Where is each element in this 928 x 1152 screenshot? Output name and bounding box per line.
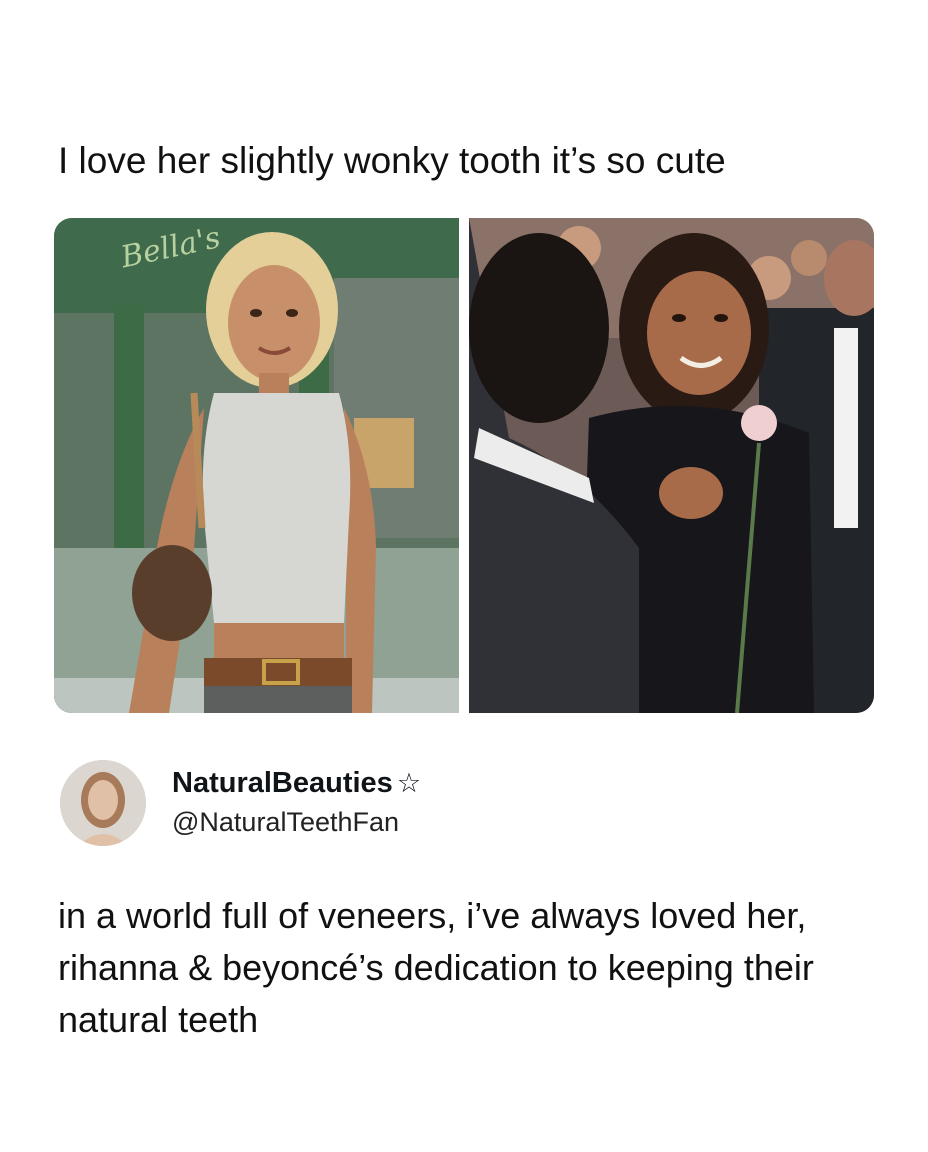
avatar[interactable] <box>60 760 146 846</box>
display-name-text[interactable]: NaturalBeauties <box>172 767 393 799</box>
user-handle[interactable]: @NaturalTeethFan <box>172 805 399 839</box>
photo-left-image: Bella's <box>54 218 459 713</box>
media-grid[interactable]: Bella's <box>54 218 874 713</box>
post-caption: I love her slightly wonky tooth it’s so … <box>58 140 726 181</box>
avatar-image <box>60 760 146 846</box>
display-name[interactable]: NaturalBeauties ☆ <box>172 766 421 800</box>
photo-right[interactable] <box>469 218 874 713</box>
photo-right-image <box>469 218 874 713</box>
star-icon: ☆ <box>396 768 422 798</box>
tweet-text: in a world full of veneers, i’ve always … <box>58 895 814 1040</box>
photo-left[interactable]: Bella's <box>54 218 459 713</box>
